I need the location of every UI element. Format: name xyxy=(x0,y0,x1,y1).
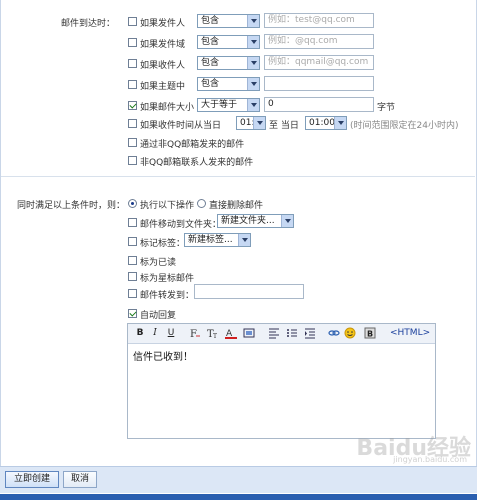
sender-domain-match-select[interactable]: 包含 xyxy=(197,35,260,49)
time-to-select[interactable]: 01:00 xyxy=(305,116,347,130)
tag-label: 标记标签： xyxy=(140,239,186,249)
forward-label: 邮件转发到： xyxy=(140,291,195,301)
italic-button[interactable]: I xyxy=(150,327,160,339)
signature-icon[interactable]: B xyxy=(364,327,376,339)
non-contact-label: 非QQ邮箱联系人发来的邮件 xyxy=(140,158,254,168)
time-to-label: 至 当日 xyxy=(269,121,299,131)
indent-icon[interactable] xyxy=(304,327,316,339)
background-color-icon[interactable] xyxy=(243,327,255,339)
svg-text:F: F xyxy=(190,329,197,339)
link-icon[interactable] xyxy=(328,327,340,339)
tag-checkbox[interactable] xyxy=(128,237,137,246)
svg-text:T: T xyxy=(213,333,217,339)
svg-text:B: B xyxy=(367,330,373,339)
recipient-label: 如果收件人 xyxy=(140,61,186,71)
actions-label: 同时满足以上条件时，则： xyxy=(17,201,126,211)
non-contact-checkbox[interactable] xyxy=(128,156,137,165)
mark-read-checkbox[interactable] xyxy=(128,256,137,265)
tag-select[interactable]: 新建标签... xyxy=(184,233,251,247)
auto-reply-checkbox[interactable] xyxy=(128,309,137,318)
execute-radio[interactable] xyxy=(128,199,137,208)
subject-input[interactable] xyxy=(264,76,374,91)
bullet-list-icon[interactable] xyxy=(286,327,298,339)
emoticon-icon[interactable] xyxy=(344,327,356,339)
editor-toolbar: B I U F TT A B <HTML> xyxy=(128,324,435,344)
cancel-button[interactable]: 取消 xyxy=(63,471,97,488)
time-from-select[interactable]: 01:00 xyxy=(236,116,266,130)
sender-match-select[interactable]: 包含 xyxy=(197,14,260,28)
reply-text[interactable]: 信件已收到！ xyxy=(133,348,193,363)
mark-star-checkbox[interactable] xyxy=(128,272,137,281)
delete-radio[interactable] xyxy=(197,199,206,208)
subject-match-select[interactable]: 包含 xyxy=(197,77,260,91)
move-folder-label: 邮件移动到文件夹： xyxy=(140,220,222,230)
time-checkbox[interactable] xyxy=(128,119,137,128)
conditions-label: 邮件到达时： xyxy=(61,19,116,29)
sender-domain-checkbox[interactable] xyxy=(128,38,137,47)
forward-checkbox[interactable] xyxy=(128,289,137,298)
html-mode-button[interactable]: <HTML> xyxy=(390,327,430,339)
move-folder-checkbox[interactable] xyxy=(128,218,137,227)
forward-input[interactable] xyxy=(194,284,304,299)
non-qq-sender-label: 通过非QQ邮箱发来的邮件 xyxy=(140,140,245,150)
delete-radio-label: 直接删除邮件 xyxy=(209,201,264,211)
time-hint: (时间范围限定在24小时内) xyxy=(350,121,459,131)
sender-label: 如果发件人 xyxy=(140,19,186,29)
folder-select[interactable]: 新建文件夹... xyxy=(217,214,294,228)
non-qq-sender-checkbox[interactable] xyxy=(128,138,137,147)
auto-reply-editor[interactable]: B I U F TT A B <HTML> 信件已收到！ xyxy=(127,323,436,439)
sender-checkbox[interactable] xyxy=(128,17,137,26)
recipient-match-select[interactable]: 包含 xyxy=(197,56,260,70)
font-icon[interactable]: F xyxy=(189,327,201,340)
section-divider xyxy=(1,176,475,177)
recipient-checkbox[interactable] xyxy=(128,59,137,68)
execute-radio-label: 执行以下操作 xyxy=(140,201,195,211)
size-match-select[interactable]: 大于等于 xyxy=(197,98,260,112)
bottom-bar: 立即创建 取消 xyxy=(0,466,477,493)
sender-domain-label: 如果发件域 xyxy=(140,40,186,50)
size-checkbox[interactable] xyxy=(128,101,137,110)
time-label: 如果收件时间从当日 xyxy=(140,121,222,131)
underline-button[interactable]: U xyxy=(166,327,176,339)
bottom-accent-line xyxy=(0,494,477,500)
align-icon[interactable] xyxy=(268,327,280,339)
font-size-icon[interactable]: TT xyxy=(207,327,219,340)
recipient-input[interactable]: 例如：qqmail@qq.com xyxy=(264,55,374,70)
font-color-icon[interactable]: A xyxy=(225,327,237,339)
subject-label: 如果主题中 xyxy=(140,82,186,92)
sender-domain-input[interactable]: 例如：@qq.com xyxy=(264,34,374,49)
mark-read-label: 标为已读 xyxy=(140,258,177,268)
auto-reply-label: 自动回复 xyxy=(140,311,177,321)
watermark-url: jingyan.baidu.com xyxy=(393,455,467,464)
sender-input[interactable]: 例如：test@qq.com xyxy=(264,13,374,28)
bold-button[interactable]: B xyxy=(135,327,145,339)
mark-star-label: 标为星标邮件 xyxy=(140,274,195,284)
create-button[interactable]: 立即创建 xyxy=(5,471,59,488)
subject-checkbox[interactable] xyxy=(128,80,137,89)
size-label: 如果邮件大小 xyxy=(140,103,195,113)
size-input[interactable]: 0 xyxy=(264,97,374,112)
size-unit: 字节 xyxy=(377,103,396,113)
